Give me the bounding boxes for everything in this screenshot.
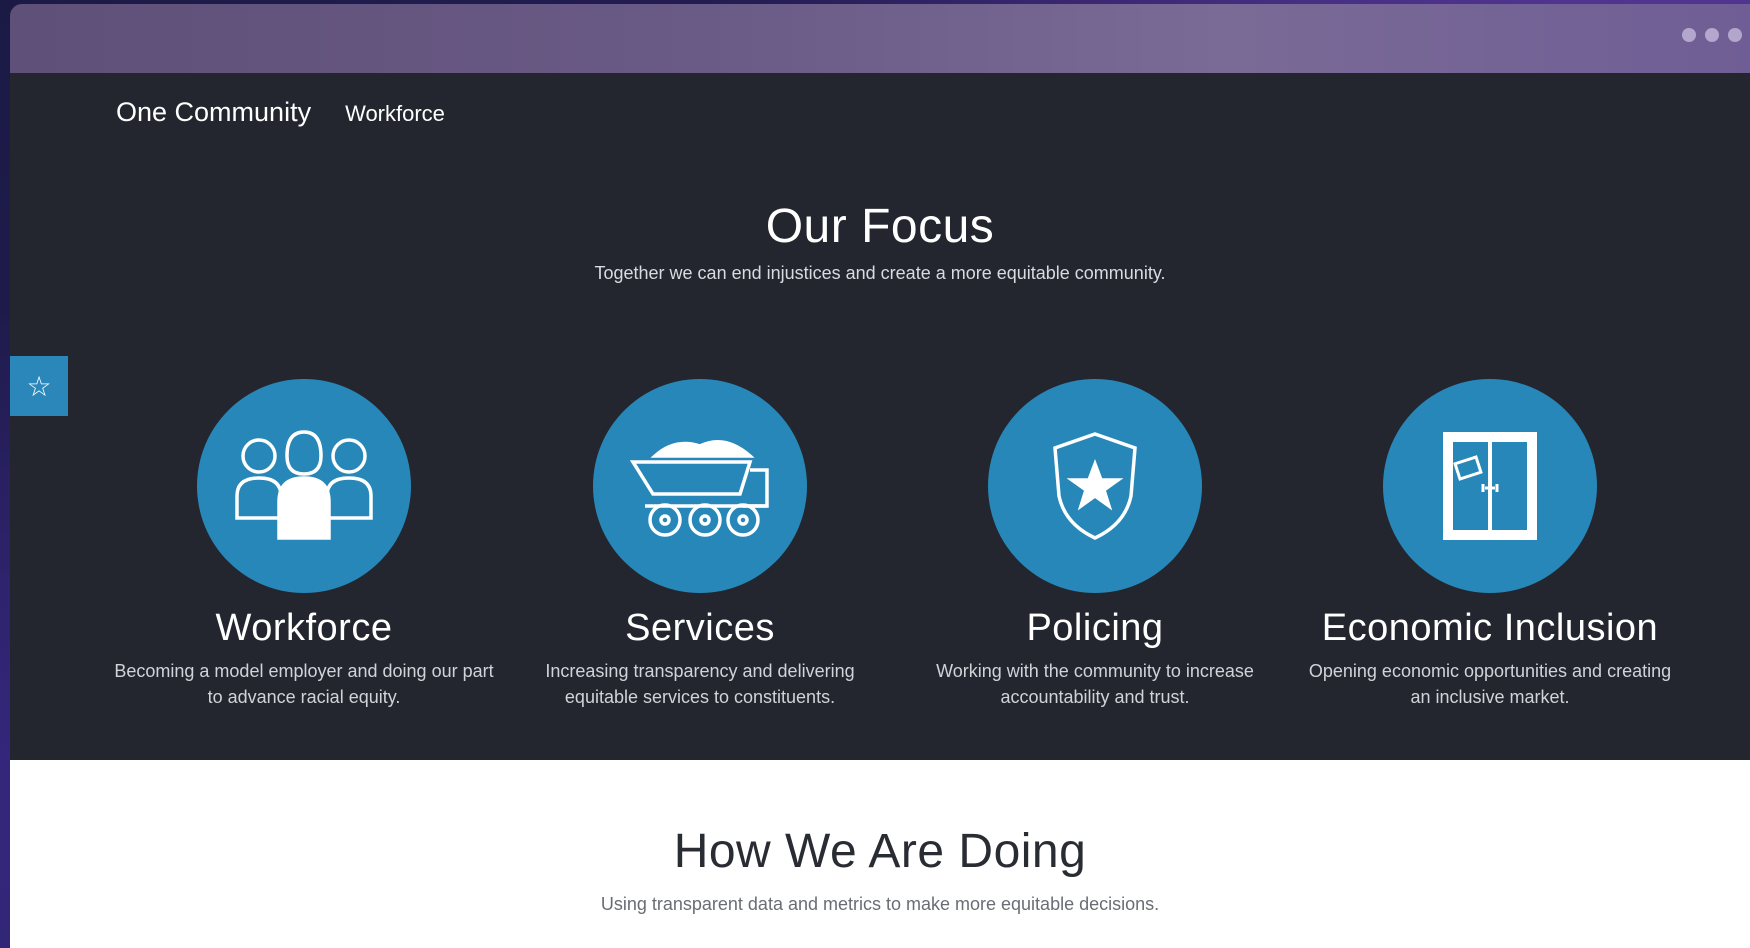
site-brand[interactable]: One Community	[116, 97, 311, 128]
star-icon: ☆	[26, 370, 52, 402]
window-titlebar	[10, 4, 1750, 73]
card-desc: Becoming a model employer and doing our …	[114, 661, 494, 707]
dump-truck-icon	[593, 379, 807, 593]
card-desc: Increasing transparency and delivering e…	[545, 661, 855, 707]
nav-link-workforce[interactable]: Workforce	[345, 101, 445, 127]
card-title: Policing	[1026, 607, 1164, 649]
card-services[interactable]: Services Increasing transparency and del…	[510, 379, 890, 710]
window-controls[interactable]	[1682, 28, 1742, 42]
card-title: Workforce	[215, 607, 393, 649]
focus-section: One Community Workforce Our Focus Togeth…	[10, 73, 1750, 760]
card-economic-inclusion[interactable]: Economic Inclusion Opening economic oppo…	[1300, 379, 1680, 710]
card-desc: Working with the community to increase a…	[936, 661, 1254, 707]
top-nav: One Community Workforce	[116, 97, 445, 128]
favorite-tab[interactable]: ☆	[10, 356, 68, 416]
doing-section: How We Are Doing Using transparent data …	[10, 760, 1750, 948]
browser-window: One Community Workforce Our Focus Togeth…	[10, 4, 1750, 948]
card-workforce[interactable]: Workforce Becoming a model employer and …	[114, 379, 494, 710]
police-badge-icon	[988, 379, 1202, 593]
open-door-sign-icon	[1383, 379, 1597, 593]
card-policing[interactable]: Policing Working with the community to i…	[905, 379, 1285, 710]
card-desc: Opening economic opportunities and creat…	[1308, 661, 1672, 707]
focus-subtitle: Together we can end injustices and creat…	[594, 263, 1166, 283]
doing-subtitle: Using transparent data and metrics to ma…	[600, 894, 1160, 914]
card-title: Economic Inclusion	[1321, 607, 1659, 649]
people-icon	[197, 379, 411, 593]
card-title: Services	[625, 607, 775, 649]
doing-title: How We Are Doing	[673, 825, 1087, 878]
focus-title: Our Focus	[765, 200, 995, 253]
